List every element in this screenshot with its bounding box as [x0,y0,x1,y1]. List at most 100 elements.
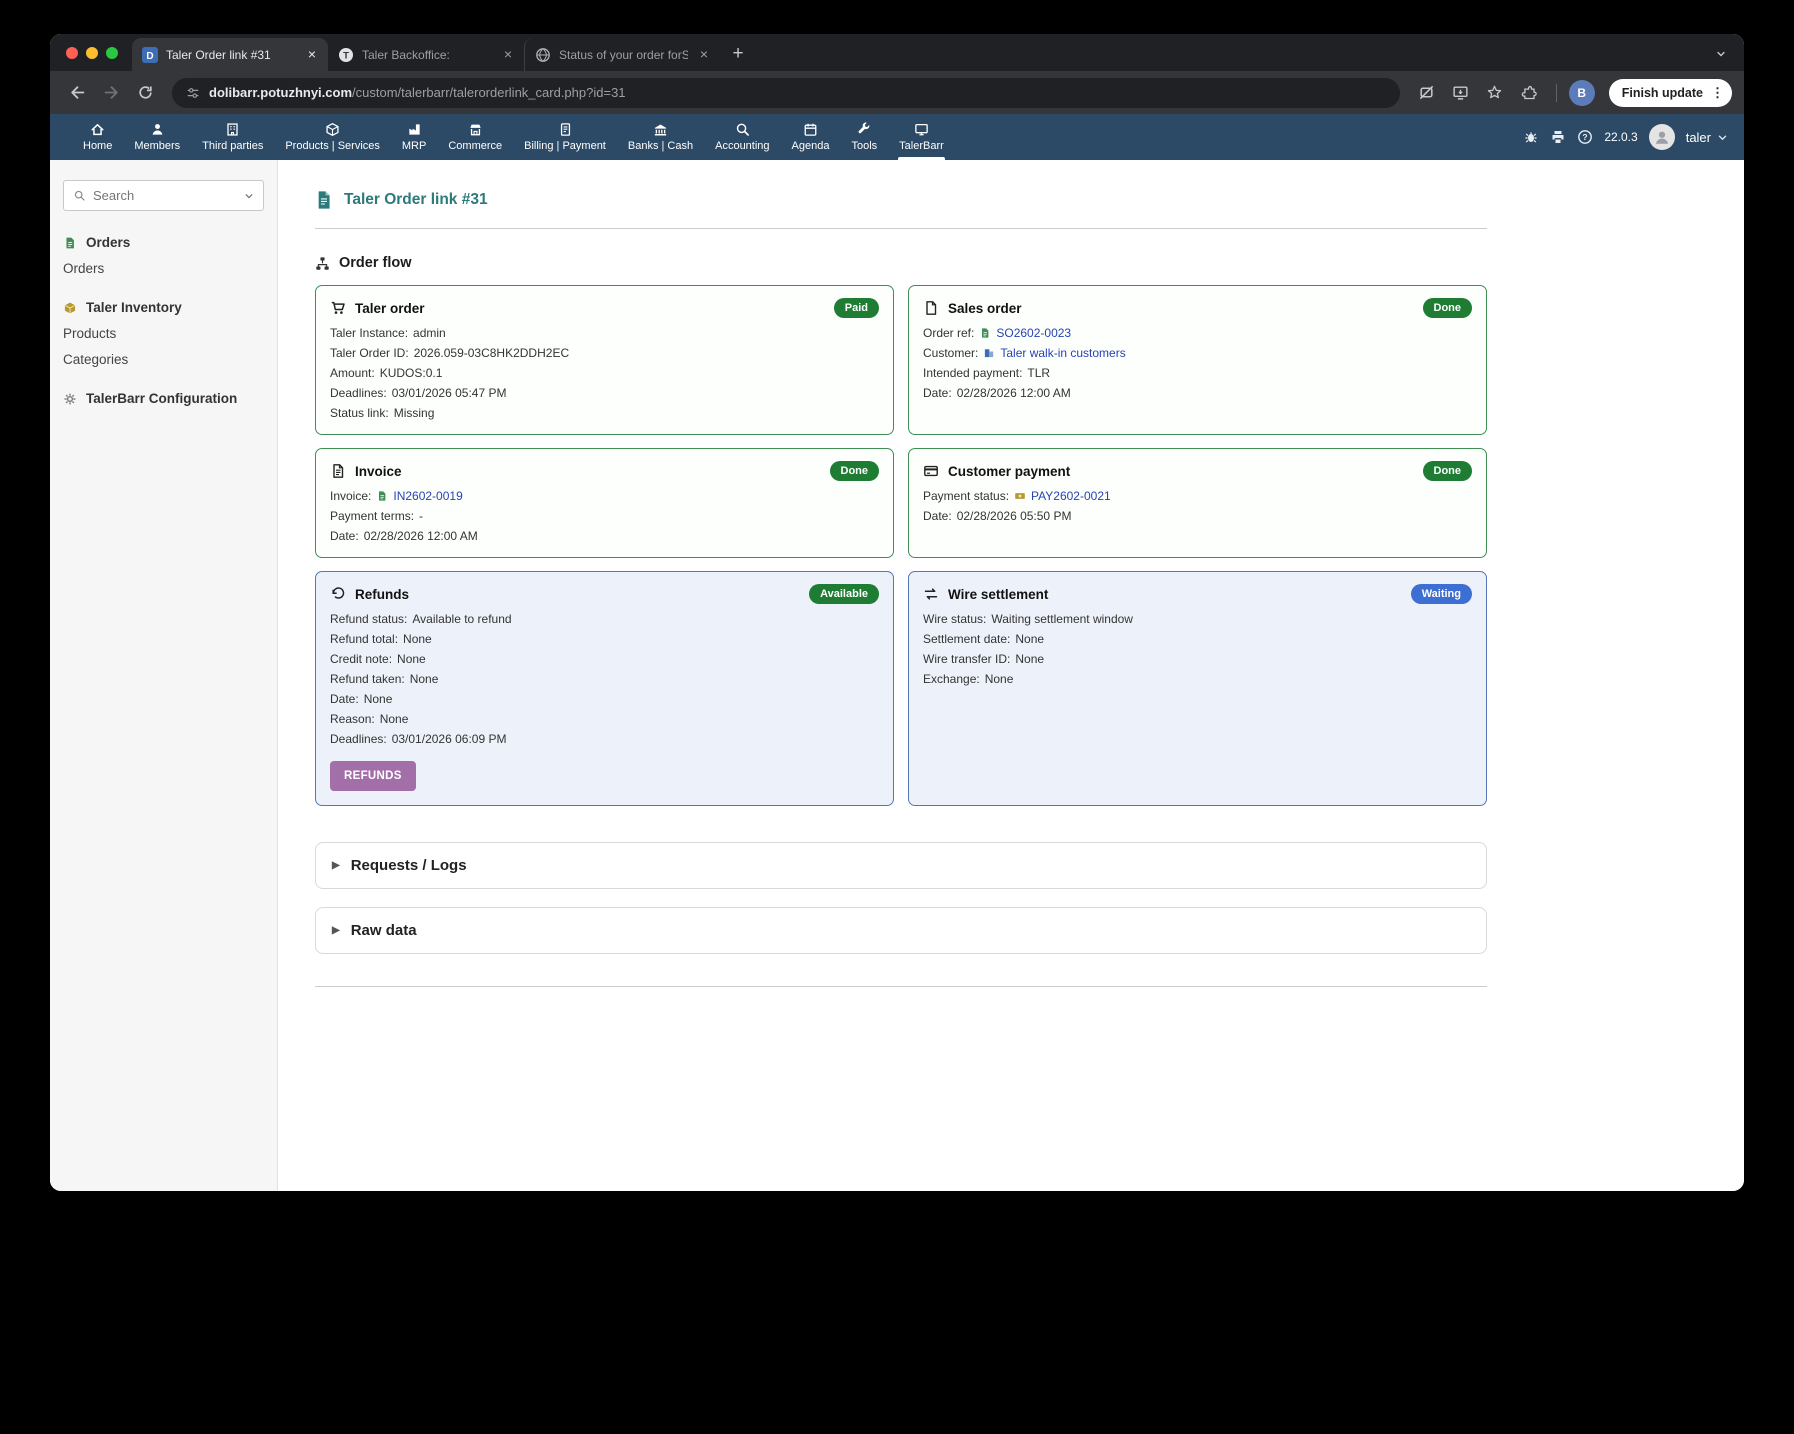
nav-item-commerce[interactable]: Commerce [437,114,513,160]
cart-icon [330,300,346,316]
field-link-in2602-0019[interactable]: IN2602-0019 [393,489,462,503]
tab-close-icon[interactable]: × [304,47,320,63]
nav-item-billing-payment[interactable]: Billing | Payment [513,114,617,160]
tab-title: Status of your order forSync [559,48,688,62]
user-menu[interactable]: taler [1686,130,1728,145]
sidebar-group-title[interactable]: TalerBarr Configuration [63,391,264,406]
tab-close-icon[interactable]: × [696,47,712,63]
main-panel: Taler Order link #31 Order flow Taler or… [278,160,1744,1191]
user-avatar[interactable] [1649,124,1675,150]
doc-icon [923,300,939,316]
refunds-button[interactable]: REFUNDS [330,761,416,791]
nav-item-mrp[interactable]: MRP [391,114,437,160]
field-row: Payment status:PAY2602-0021 [923,489,1472,503]
search-icon [73,189,86,202]
nav-item-label: MRP [402,140,426,152]
address-bar[interactable]: dolibarr.potuzhnyi.com/custom/talerbarr/… [172,78,1400,108]
browser-tabs: DTaler Order link #31×TTaler Backoffice:… [132,38,720,71]
print-icon[interactable] [1550,129,1566,145]
bug-icon[interactable] [1523,129,1539,145]
chevron-right-icon: ▶ [332,860,340,871]
browser-tab-taler-backoffice[interactable]: TTaler Backoffice:× [328,38,524,71]
bookmark-button[interactable] [1480,78,1510,108]
collapsible-label: Raw data [351,922,417,939]
collapsible-sections: ▶Requests / Logs▶Raw data [315,842,1487,954]
finish-update-button[interactable]: Finish update ⋮ [1609,79,1732,107]
field-link-so2602-0023[interactable]: SO2602-0023 [996,326,1071,340]
nav-item-members[interactable]: Members [123,114,191,160]
nav-item-accounting[interactable]: Accounting [704,114,780,160]
search-dollar-icon [735,122,750,137]
help-icon[interactable]: ? [1577,129,1593,145]
nav-item-home[interactable]: Home [72,114,123,160]
browser-tab-taler-order-link-31[interactable]: DTaler Order link #31× [132,38,328,71]
sidebar-item-products[interactable]: Products [63,326,264,341]
collapsible-requests-logs[interactable]: ▶Requests / Logs [315,842,1487,889]
search-dropdown-icon[interactable] [244,191,254,201]
app-nav-items: Home MembersThird partiesProducts | Servi… [72,114,955,160]
building-icon [225,122,240,137]
tab-close-icon[interactable]: × [500,47,516,63]
nav-item-label: Agenda [792,140,830,152]
svg-text:D: D [146,51,153,62]
nav-item-tools[interactable]: Tools [840,114,888,160]
browser-tab-status-of-your-order-forsync[interactable]: Status of your order forSync × [524,38,720,71]
sidebar-group-title[interactable]: Orders [63,235,264,250]
nav-item-products-services[interactable]: Products | Services [274,114,391,160]
store-icon [468,122,483,137]
sidebar-item-categories[interactable]: Categories [63,352,264,367]
sidebar-item-orders[interactable]: Orders [63,261,264,276]
zoom-window-button[interactable] [106,47,118,59]
screen-icon [914,122,929,137]
sidebar-group-title[interactable]: Taler Inventory [63,300,264,315]
new-tab-button[interactable]: + [724,40,752,68]
site-settings-icon[interactable] [186,86,200,100]
svg-text:?: ? [1583,132,1588,142]
card-title: Sales order [948,301,1022,316]
bank-icon [653,122,668,137]
browser-menu-icon[interactable]: ⋮ [1711,85,1724,101]
field-link-pay2602-0021[interactable]: PAY2602-0021 [1031,489,1111,503]
field-link-taler-walk-in-customers[interactable]: Taler walk-in customers [1000,346,1125,360]
nav-item-banks-cash[interactable]: Banks | Cash [617,114,704,160]
nav-item-label: Commerce [448,140,502,152]
minimize-window-button[interactable] [86,47,98,59]
browser-toolbar: dolibarr.potuzhnyi.com/custom/talerbarr/… [50,71,1744,114]
undo-icon [330,586,346,602]
reload-icon [137,84,154,101]
order-flow-title-text: Order flow [339,255,412,271]
status-badge: Done [1423,298,1473,318]
nav-item-third-parties[interactable]: Third parties [191,114,274,160]
bill-icon [558,122,573,137]
translate-off-button[interactable] [1412,78,1442,108]
status-badge: Done [830,461,880,481]
url-host: dolibarr.potuzhnyi.com [209,85,352,100]
doc-green-icon [376,490,388,502]
collapsible-raw-data[interactable]: ▶Raw data [315,907,1487,954]
document-dollar-icon [315,190,333,210]
user-name-label: taler [1686,130,1711,145]
card-invoice: InvoiceDoneInvoice:IN2602-0019Payment te… [315,448,894,558]
card-title: Wire settlement [948,587,1048,602]
extensions-button[interactable] [1514,78,1544,108]
tab-search-button[interactable] [1710,43,1732,65]
forward-button[interactable] [96,78,126,108]
field-row: Status link:Missing [330,406,879,420]
transfer-icon [923,586,939,602]
back-button[interactable] [62,78,92,108]
search-input[interactable] [93,188,237,203]
version-label: 22.0.3 [1604,130,1637,144]
profile-avatar[interactable]: B [1569,80,1595,106]
field-row: Order ref:SO2602-0023 [923,326,1472,340]
close-window-button[interactable] [66,47,78,59]
install-page-button[interactable] [1446,78,1476,108]
status-badge: Available [809,584,879,604]
browser-window: DTaler Order link #31×TTaler Backoffice:… [50,34,1744,1191]
nav-item-label: Home [83,140,112,152]
nav-item-talerbarr[interactable]: TalerBarr [888,114,955,160]
field-row: Date:02/28/2026 12:00 AM [330,529,879,543]
sidebar: Orders Orders Taler Inventory Products Categ… [50,160,278,1191]
nav-item-agenda[interactable]: Agenda [781,114,841,160]
search-box[interactable] [63,180,264,211]
reload-button[interactable] [130,78,160,108]
